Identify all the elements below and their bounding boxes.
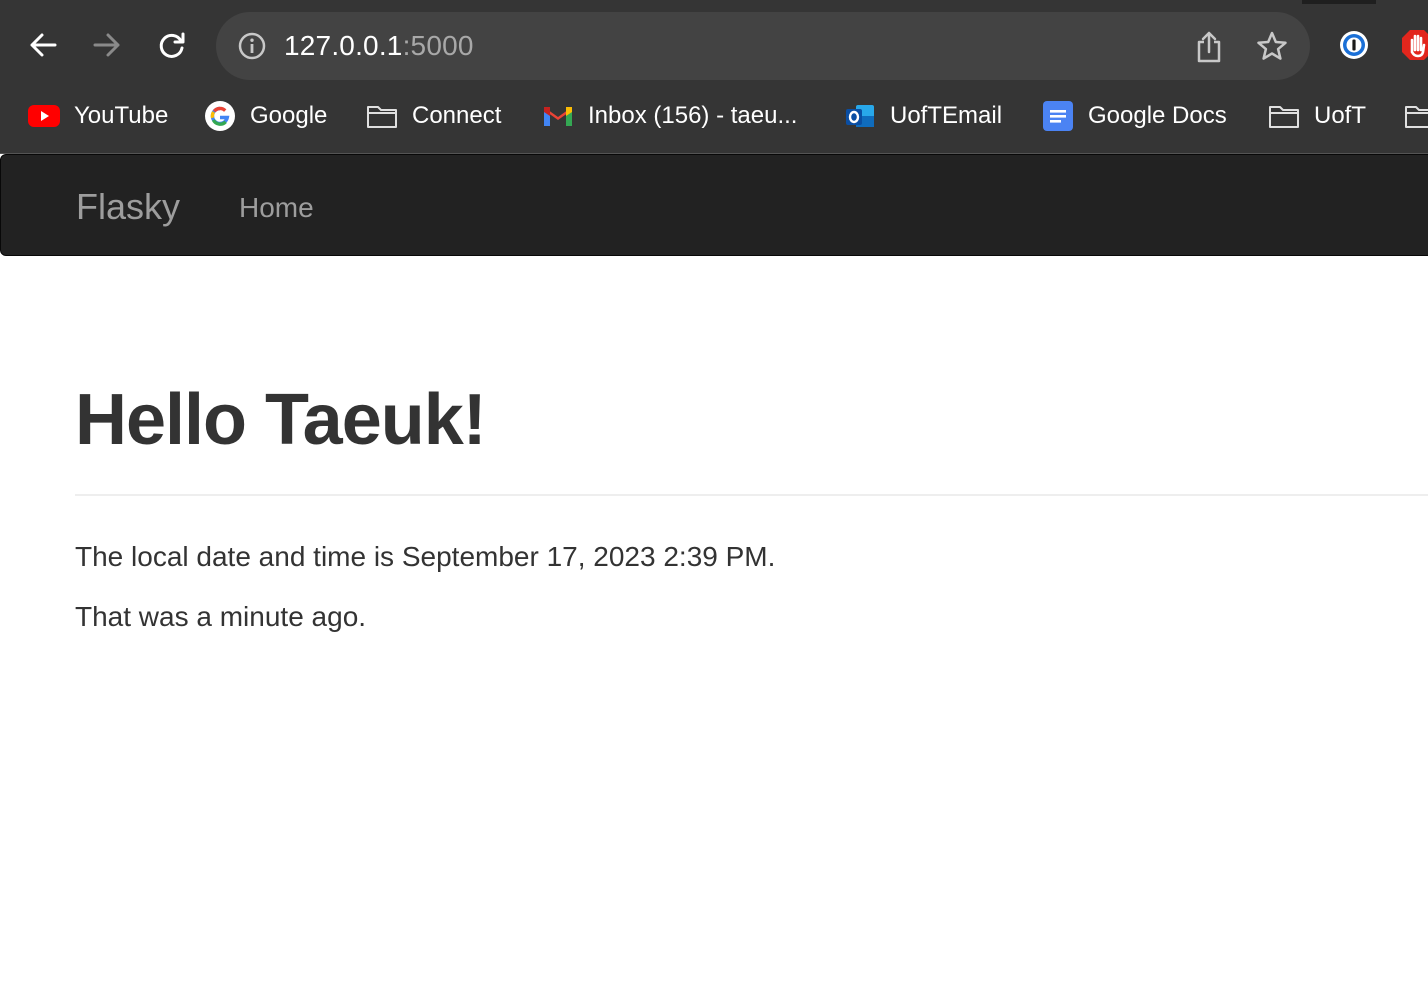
bookmark-uoft[interactable]: UofT — [1268, 86, 1366, 146]
folder-icon — [366, 100, 398, 132]
google-docs-icon — [1042, 100, 1074, 132]
outlook-icon — [844, 100, 876, 132]
bookmark-label: UofT — [1314, 102, 1367, 129]
info-icon[interactable] — [238, 32, 266, 60]
bookmark-label: UofTEmail — [890, 102, 1003, 129]
bookmark-label: Google — [250, 102, 328, 129]
nav-link-home[interactable]: Home — [239, 191, 314, 225]
bookmark-label: Connect — [412, 102, 502, 129]
navbar: Flasky Home — [0, 154, 1428, 256]
header-divider — [75, 494, 1428, 496]
page-header: Hello Taeuk! — [75, 378, 1428, 462]
local-time-text: The local date and time is September 17,… — [75, 541, 776, 572]
bookmark-google[interactable]: Google — [204, 86, 327, 146]
bookmark-uoftemail[interactable]: UofTEmail — [844, 86, 1002, 146]
bookmark-google-docs[interactable]: Google Docs — [1042, 86, 1227, 146]
share-icon[interactable] — [1194, 30, 1224, 64]
google-icon — [204, 100, 236, 132]
folder-icon — [1404, 100, 1428, 132]
youtube-icon — [28, 100, 60, 132]
navbar-brand[interactable]: Flasky — [76, 185, 180, 229]
back-button[interactable] — [20, 22, 66, 68]
gmail-icon — [542, 100, 574, 132]
bookmark-gmail-inbox[interactable]: Inbox (156) - taeu... — [542, 86, 797, 146]
bookmark-youtube[interactable]: YouTube — [28, 86, 168, 146]
url-host: 127.0.0.1 — [284, 30, 403, 61]
url-port: :5000 — [402, 30, 474, 61]
reload-button[interactable] — [149, 22, 195, 68]
bookmark-label: YouTube — [74, 102, 169, 129]
next-tab[interactable] — [1376, 0, 1428, 4]
bookmark-overflow-folder[interactable] — [1404, 86, 1428, 146]
reload-icon — [159, 32, 185, 58]
browser-chrome: 127.0.0.1:5000 YouTube Google Connect In… — [0, 0, 1428, 153]
bookmark-connect[interactable]: Connect — [366, 86, 501, 146]
stop-hand-icon[interactable] — [1400, 28, 1428, 62]
active-tab[interactable] — [0, 0, 1302, 4]
folder-icon — [1268, 100, 1300, 132]
forward-button[interactable] — [84, 22, 130, 68]
bookmarks-bar: YouTube Google Connect Inbox (156) - tae… — [0, 86, 1428, 146]
star-icon[interactable] — [1256, 30, 1288, 62]
arrow-right-icon — [93, 33, 120, 57]
relative-time-text: That was a minute ago. — [75, 601, 367, 632]
url-text[interactable]: 127.0.0.1:5000 — [284, 28, 474, 64]
1password-icon[interactable] — [1339, 30, 1369, 60]
bookmark-label: Inbox (156) - taeu... — [588, 102, 798, 129]
bookmark-label: Google Docs — [1088, 102, 1227, 129]
address-bar[interactable]: 127.0.0.1:5000 — [216, 12, 1310, 80]
arrow-left-icon — [30, 33, 57, 57]
page-title: Hello Taeuk! — [75, 380, 487, 460]
